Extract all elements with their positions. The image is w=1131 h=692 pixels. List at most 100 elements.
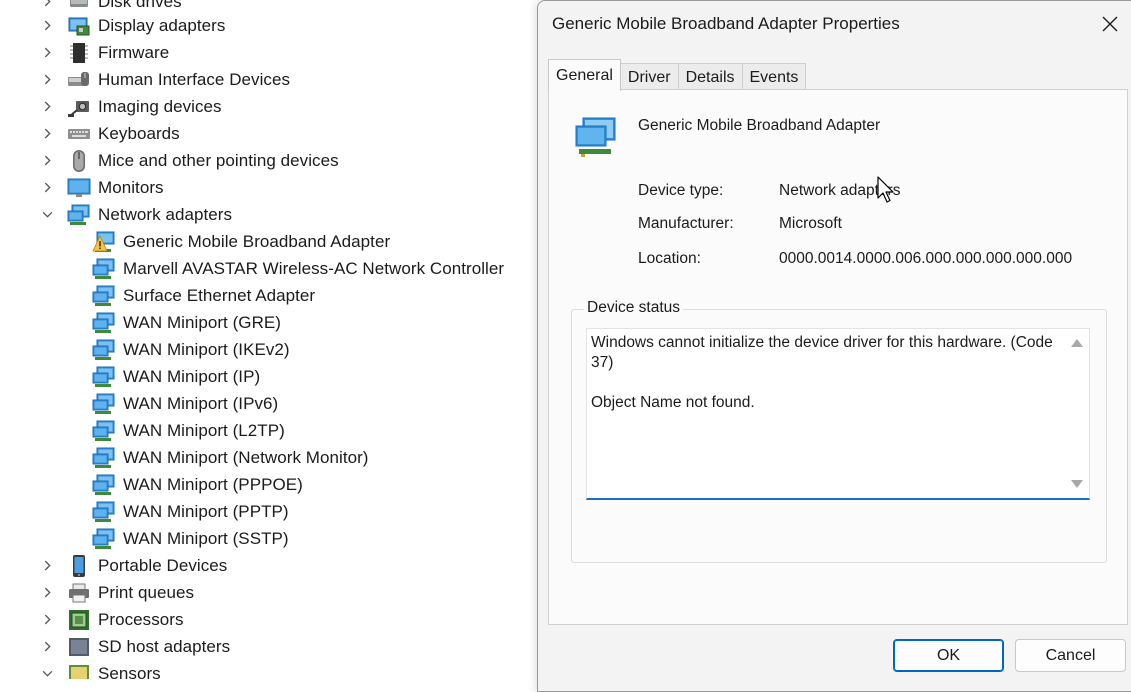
tab-driver[interactable]: Driver	[619, 63, 679, 91]
hid-icon	[67, 68, 91, 92]
sensor-icon	[67, 662, 91, 679]
chevron-right-icon[interactable]	[40, 19, 54, 33]
tree-category[interactable]: Portable Devices	[40, 552, 227, 579]
tree-category-label: Processors	[98, 609, 184, 629]
tree-category[interactable]: Human Interface Devices	[40, 66, 290, 93]
tab-events[interactable]: Events	[741, 63, 807, 91]
chevron-right-icon[interactable]	[40, 46, 54, 60]
network-adapter-icon	[92, 338, 116, 362]
keyboard-icon	[67, 122, 91, 146]
tree-device-label: WAN Miniport (PPPOE)	[123, 474, 303, 494]
chevron-right-icon[interactable]	[40, 613, 54, 627]
network-adapter-icon	[92, 500, 116, 524]
tree-category-label: Disk drives	[98, 0, 182, 11]
tree-device-item[interactable]: WAN Miniport (L2TP)	[92, 417, 285, 444]
tree-category[interactable]: Firmware	[40, 39, 169, 66]
network-adapter-icon	[92, 311, 116, 335]
tree-device-label: WAN Miniport (IKEv2)	[123, 339, 290, 359]
chevron-right-icon[interactable]	[40, 100, 54, 114]
cancel-button[interactable]: Cancel	[1015, 639, 1126, 672]
display-adapter-icon	[67, 14, 91, 38]
tree-category[interactable]: Mice and other pointing devices	[40, 147, 339, 174]
tree-category-label: Human Interface Devices	[98, 69, 291, 89]
network-adapter-icon	[92, 257, 116, 281]
device-status-text: Windows cannot initialize the device dri…	[591, 334, 1053, 411]
tree-category[interactable]: SD host adapters	[40, 633, 230, 660]
dialog-title: Generic Mobile Broadband Adapter Propert…	[552, 14, 900, 33]
tree-device-label: WAN Miniport (L2TP)	[123, 420, 285, 440]
location-label: Location:	[638, 250, 701, 267]
chevron-right-icon[interactable]	[40, 0, 54, 9]
network-adapter-icon	[575, 117, 616, 157]
tree-device-item[interactable]: WAN Miniport (SSTP)	[92, 525, 289, 552]
camera-icon	[67, 95, 91, 119]
network-adapter-icon	[92, 527, 116, 551]
general-tab-panel: Generic Mobile Broadband Adapter Device …	[548, 89, 1128, 625]
network-adapter-icon	[92, 473, 116, 497]
tree-device-label: Generic Mobile Broadband Adapter	[123, 231, 391, 251]
chevron-right-icon[interactable]	[40, 559, 54, 573]
chevron-right-icon[interactable]	[40, 154, 54, 168]
scroll-up-arrow-icon[interactable]	[1070, 337, 1084, 349]
device-status-legend: Device status	[584, 299, 684, 317]
chevron-right-icon[interactable]	[40, 640, 54, 654]
tree-device-item[interactable]: WAN Miniport (IKEv2)	[92, 336, 290, 363]
device-status-textbox[interactable]: Windows cannot initialize the device dri…	[586, 328, 1090, 500]
tree-category-label: Monitors	[98, 177, 164, 197]
chevron-right-icon[interactable]	[40, 181, 54, 195]
tree-device-item[interactable]: WAN Miniport (IP)	[92, 363, 260, 390]
ok-button[interactable]: OK	[893, 639, 1004, 672]
device-name: Generic Mobile Broadband Adapter	[638, 117, 881, 134]
tree-category[interactable]: Imaging devices	[40, 93, 222, 120]
tree-category-label: Network adapters	[98, 204, 233, 224]
tree-category[interactable]: Sensors	[40, 660, 161, 679]
manufacturer-value: Microsoft	[779, 215, 842, 232]
chevron-down-icon[interactable]	[40, 208, 54, 222]
tree-category-label: Firmware	[98, 42, 170, 62]
tree-category[interactable]: Monitors	[40, 174, 164, 201]
network-adapter-warning-icon	[92, 230, 116, 254]
tree-device-item[interactable]: Generic Mobile Broadband Adapter	[92, 228, 390, 255]
tree-category-label: Mice and other pointing devices	[98, 150, 339, 170]
close-icon	[1102, 16, 1118, 32]
tab-details[interactable]: Details	[677, 63, 743, 91]
tree-category-label: Imaging devices	[98, 96, 222, 116]
tree-device-item[interactable]: Marvell AVASTAR Wireless-AC Network Cont…	[92, 255, 504, 282]
tree-category[interactable]: Processors	[40, 606, 184, 633]
monitor-icon	[67, 176, 91, 200]
network-adapter-icon	[92, 284, 116, 308]
printer-icon	[67, 581, 91, 605]
tree-category[interactable]: Print queues	[40, 579, 194, 606]
manufacturer-label: Manufacturer:	[638, 215, 734, 232]
tree-category-label: Display adapters	[98, 15, 226, 35]
chevron-down-icon[interactable]	[40, 667, 54, 680]
properties-dialog: Generic Mobile Broadband Adapter Propert…	[537, 0, 1131, 692]
tab-bar: General Driver Details Events	[548, 59, 807, 91]
tree-device-item[interactable]: Surface Ethernet Adapter	[92, 282, 315, 309]
network-adapter-icon	[92, 392, 116, 416]
firmware-chip-icon	[67, 41, 91, 65]
tree-device-item[interactable]: WAN Miniport (GRE)	[92, 309, 281, 336]
tree-category[interactable]: Keyboards	[40, 120, 180, 147]
device-status-group: Device status Windows cannot initialize …	[571, 299, 1107, 563]
close-button[interactable]	[1090, 7, 1130, 41]
tree-device-item[interactable]: WAN Miniport (PPTP)	[92, 498, 289, 525]
tree-category-network-adapters[interactable]: Network adapters	[40, 201, 232, 228]
chevron-right-icon[interactable]	[40, 586, 54, 600]
tree-device-item[interactable]: WAN Miniport (PPPOE)	[92, 471, 303, 498]
network-adapter-icon	[92, 419, 116, 443]
chevron-right-icon[interactable]	[40, 127, 54, 141]
mouse-cursor-icon	[877, 176, 894, 203]
tree-device-item[interactable]: WAN Miniport (IPv6)	[92, 390, 278, 417]
tab-general[interactable]: General	[548, 59, 621, 91]
scroll-down-arrow-icon[interactable]	[1070, 478, 1084, 490]
tree-category-label: SD host adapters	[98, 636, 231, 656]
tree-device-item[interactable]: WAN Miniport (Network Monitor)	[92, 444, 369, 471]
sd-card-icon	[67, 635, 91, 659]
tree-device-label: Surface Ethernet Adapter	[123, 285, 316, 305]
chevron-right-icon[interactable]	[40, 73, 54, 87]
portable-device-icon	[67, 554, 91, 578]
tree-category-label: Keyboards	[98, 123, 180, 143]
mouse-icon	[67, 149, 91, 173]
tree-category[interactable]: Display adapters	[40, 12, 225, 39]
